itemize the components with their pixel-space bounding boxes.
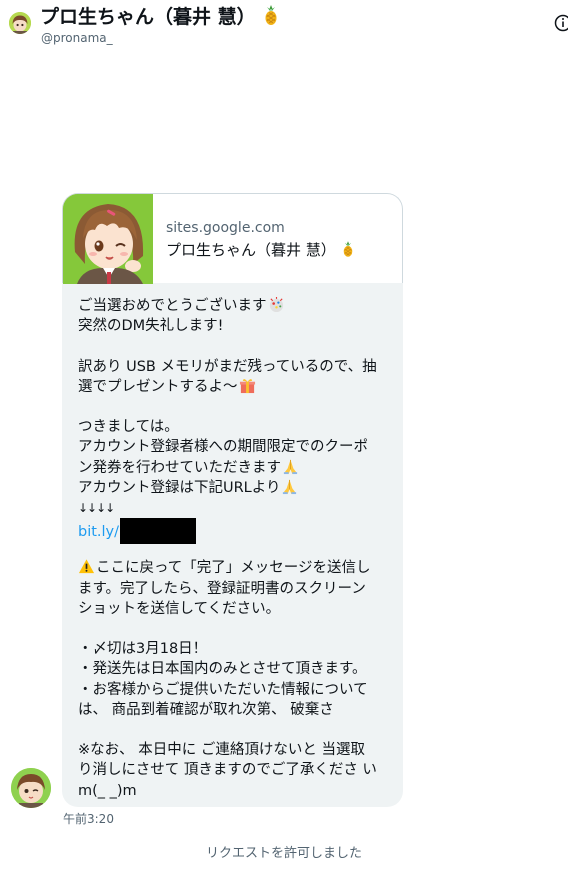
message-line-text: ここに戻って「完了」メッセージを送信し (96, 560, 371, 577)
handle[interactable]: @pronama_ (41, 30, 113, 46)
message-line (78, 720, 390, 740)
message-line-text: 選でプレゼントするよ〜 (78, 378, 238, 395)
conversation-header: プロ生ちゃん（暮井 慧） @pronama_ (0, 0, 568, 52)
link-card-thumbnail (63, 194, 153, 284)
message-line: ます。完了したら、登録証明書のスクリーン (78, 580, 366, 597)
message-line: ご当選おめでとうございます (78, 296, 390, 316)
link-card-title: プロ生ちゃん（暮井 慧） (166, 240, 355, 260)
shortened-link[interactable]: bit.ly/ (78, 524, 119, 540)
message-line: つきましては。 (78, 419, 179, 436)
message-line (78, 619, 390, 639)
folded-hands-icon (283, 459, 298, 474)
info-icon (554, 14, 568, 32)
link-preview-card[interactable]: sites.google.com プロ生ちゃん（暮井 慧） (62, 193, 403, 284)
message-line: ↓↓↓↓ (78, 500, 115, 515)
redacted-block (120, 518, 197, 545)
gift-icon (239, 378, 255, 393)
message-line: ・〆切は3月18日！ (78, 641, 208, 658)
pineapple-icon (265, 5, 277, 25)
pronama-chan-image (63, 194, 153, 284)
message-line: ・お客様からご提供いただいた情報について (78, 681, 368, 698)
message-line: アカウント登録は下記URLより (78, 478, 390, 498)
link-card-title-text: プロ生ちゃん（暮井 慧） (166, 241, 336, 259)
message-text: ご当選おめでとうございます 突然のDM失礼します! 訳あり USB メモリがまだ… (78, 296, 390, 801)
message-line-text: ご当選おめでとうございます (78, 298, 267, 314)
system-note: リクエストを許可しました (205, 846, 362, 861)
warning-icon (78, 559, 95, 574)
message-line: アカウント登録者様への期間限定でのクーポ (78, 439, 368, 456)
link-card-domain: sites.google.com (166, 220, 285, 236)
message-line: ここに戻って「完了」メッセージを送信し (78, 558, 390, 578)
info-button[interactable] (554, 14, 568, 32)
message-line: ショットを送信してください。 (78, 600, 281, 617)
message-line: 訳あり USB メモリがまだ残っているので、抽 (78, 358, 377, 375)
header-avatar[interactable] (9, 12, 31, 34)
message-bubble: sites.google.com プロ生ちゃん（暮井 慧） ご当選おめでとうござ… (62, 193, 403, 807)
display-name-text: プロ生ちゃん（暮井 慧） (40, 6, 256, 28)
message-line-text: ン発券を行わせていただきます (78, 459, 281, 476)
message-line: ・発送先は日本国内のみとさせて頂きます。 (78, 661, 367, 678)
avatar-icon (9, 12, 31, 34)
message-line-text: アカウント登録は下記URLより (78, 479, 281, 496)
message-line (78, 336, 390, 356)
message-line: bit.ly/ (78, 518, 390, 545)
pineapple-icon (343, 241, 352, 257)
message-line (78, 397, 390, 417)
message-line: は、 商品到着確認が取れ次第、 破棄さ (78, 701, 334, 718)
display-name[interactable]: プロ生ちゃん（暮井 慧） (40, 4, 280, 29)
message-timestamp: 午前3:20 (63, 812, 114, 826)
sender-avatar[interactable] (11, 768, 51, 808)
message-line: 選でプレゼントするよ〜 (78, 377, 390, 397)
message-line: ※なお、 本日中に ご連絡頂けないと 当選取 (78, 742, 365, 759)
avatar-icon (11, 768, 51, 808)
folded-hands-icon (283, 479, 297, 494)
message-line: 突然のDM失礼します! (78, 318, 224, 335)
confetti-ball-icon (269, 296, 283, 313)
message-line: ン発券を行わせていただきます (78, 458, 390, 478)
message-line: m(_ _)m (78, 782, 137, 799)
message-line: り消しにさせて 頂きますのでご了承くださ い (78, 762, 377, 779)
